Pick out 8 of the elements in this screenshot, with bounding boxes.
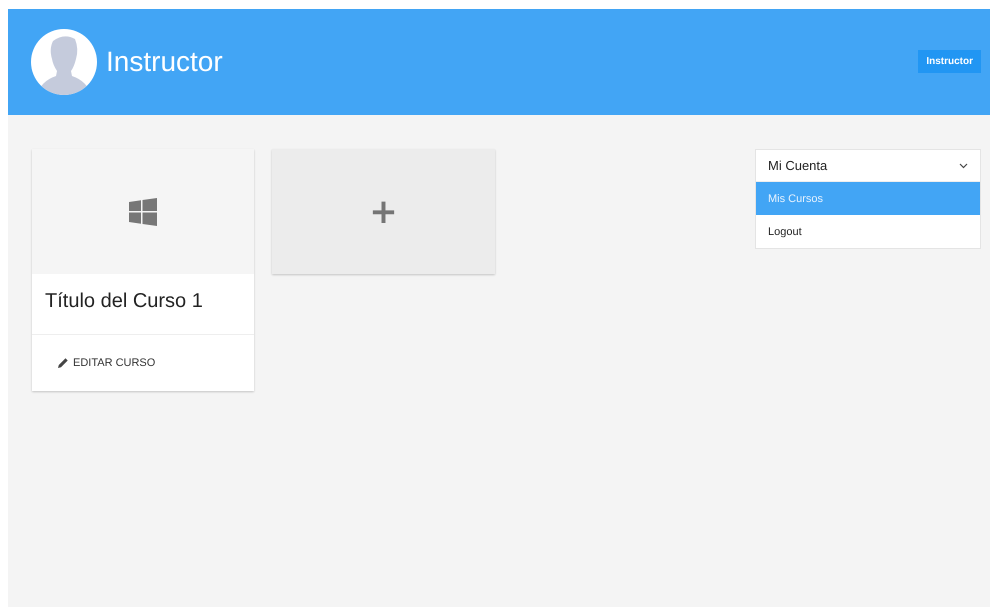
course-title: Título del Curso 1 — [32, 274, 254, 335]
pencil-icon — [58, 358, 68, 368]
windows-icon — [129, 198, 157, 226]
add-course-button[interactable]: + — [272, 149, 495, 274]
page-title: Instructor — [106, 46, 223, 78]
avatar-icon — [31, 29, 97, 95]
menu-item[interactable]: Logout — [756, 215, 980, 248]
edit-course-link[interactable]: EDITAR CURSO — [58, 357, 156, 369]
